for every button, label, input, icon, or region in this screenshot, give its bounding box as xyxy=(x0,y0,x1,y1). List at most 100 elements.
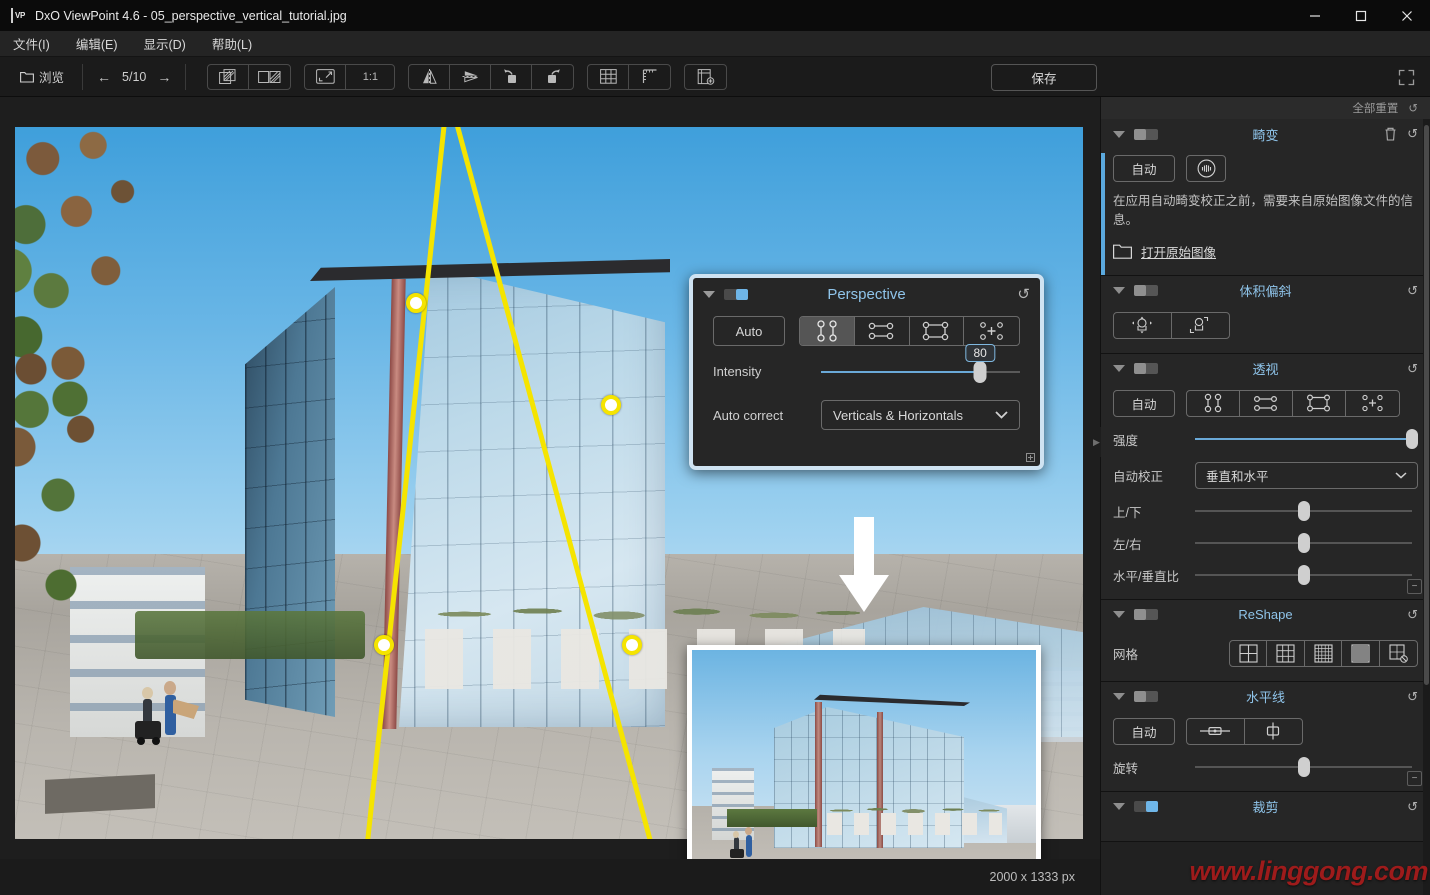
export-preset-icon[interactable] xyxy=(685,65,726,89)
chevron-down-icon[interactable] xyxy=(703,290,715,298)
chevron-down-icon xyxy=(995,411,1008,419)
panel-reshape-toggle[interactable] xyxy=(1134,609,1158,621)
chevron-down-icon[interactable] xyxy=(1113,365,1125,373)
reset-all-icon[interactable]: ↺ xyxy=(1408,101,1418,115)
rotate-left-icon[interactable] xyxy=(491,64,533,89)
callout-intensity-slider[interactable]: 80 xyxy=(821,343,1020,383)
reset-all-label[interactable]: 全部重置 xyxy=(1352,100,1398,116)
zoom-100-button[interactable]: 1:1 xyxy=(346,65,394,89)
save-button[interactable]: 保存 xyxy=(991,64,1097,91)
compare-overlay-icon[interactable] xyxy=(208,64,250,89)
parallel-horizontal-icon[interactable] xyxy=(855,317,910,345)
close-button[interactable] xyxy=(1384,0,1430,31)
eight-point-icon[interactable] xyxy=(964,317,1019,345)
perspective-intensity-slider[interactable] xyxy=(1195,429,1418,450)
chevron-down-icon[interactable] xyxy=(1113,803,1125,811)
panel-distortion-reset-icon[interactable]: ↺ xyxy=(1407,126,1418,142)
menu-edit[interactable]: 编辑(E) xyxy=(76,34,118,53)
panel-volume-header: 体积偏斜 ↺ xyxy=(1101,276,1430,306)
distortion-auto-button[interactable]: 自动 xyxy=(1113,155,1175,182)
grid-3x3-icon[interactable] xyxy=(1267,640,1305,666)
minimize-button[interactable] xyxy=(1292,0,1338,31)
perspective-auto-button[interactable]: 自动 xyxy=(1113,389,1175,417)
panel-perspective-toggle[interactable] xyxy=(1134,363,1158,375)
window-title: DxO ViewPoint 4.6 - 05_perspective_verti… xyxy=(35,8,347,23)
panel-distortion-trash-icon[interactable] xyxy=(1384,127,1397,141)
panel-perspective-reset-icon[interactable]: ↺ xyxy=(1407,361,1418,377)
open-original-image-link[interactable]: 打开原始图像 xyxy=(1113,242,1418,261)
callout-autocorrect-select[interactable]: Verticals & Horizontals xyxy=(821,400,1020,430)
grid-off-icon[interactable] xyxy=(1380,641,1417,666)
chevron-down-icon[interactable] xyxy=(1113,130,1125,138)
perspective-autocorrect-select[interactable]: 垂直和水平 xyxy=(1195,461,1418,489)
perspective-handle-bottom-right[interactable] xyxy=(622,635,642,655)
panel-crop: 裁剪 ↺ xyxy=(1101,791,1430,842)
sidebar-collapse-handle[interactable]: ▶ xyxy=(1092,427,1101,457)
panel-crop-reset-icon[interactable]: ↺ xyxy=(1407,799,1418,815)
corrected-preview-thumbnail[interactable] xyxy=(687,645,1041,888)
horizon-vertical-icon[interactable] xyxy=(1245,719,1303,744)
ruler-icon[interactable] xyxy=(629,65,670,89)
perspective-ratio-slider[interactable] xyxy=(1195,565,1412,586)
perspective-enable-toggle[interactable] xyxy=(724,288,748,300)
volume-radial-icon[interactable] xyxy=(1114,312,1172,338)
perspective-handle-top-left[interactable] xyxy=(406,293,426,313)
perspective-collapse-button[interactable]: − xyxy=(1407,578,1422,594)
next-image-button[interactable]: → xyxy=(157,69,171,85)
sidebar-scrollbar-thumb[interactable] xyxy=(1424,125,1429,685)
chevron-down-icon[interactable] xyxy=(1113,611,1125,619)
compare-split-icon[interactable] xyxy=(249,65,290,89)
panel-horizon-toggle[interactable] xyxy=(1134,691,1158,703)
volume-corner-icon[interactable] xyxy=(1172,313,1230,338)
panel-volume-toggle[interactable] xyxy=(1134,285,1158,297)
menu-file[interactable]: 文件(I) xyxy=(13,34,50,53)
maximize-button[interactable] xyxy=(1338,0,1384,31)
horizon-collapse-button[interactable]: − xyxy=(1407,770,1422,786)
panel-reshape-reset-icon[interactable]: ↺ xyxy=(1407,607,1418,623)
perspective-handle-bottom-left[interactable] xyxy=(374,635,394,655)
flip-horizontal-icon[interactable] xyxy=(409,64,451,89)
fit-to-screen-icon[interactable] xyxy=(305,64,347,89)
panel-volume-reset-icon[interactable]: ↺ xyxy=(1407,283,1418,299)
grid-5x5-icon[interactable] xyxy=(1305,640,1343,666)
sidebar-scrollbar[interactable] xyxy=(1423,119,1430,895)
rectangle-icon[interactable] xyxy=(910,317,965,345)
perspective-callout-panel[interactable]: Perspective ↺ Auto Intensity 80 Auto cor… xyxy=(689,274,1044,470)
image-canvas[interactable]: Perspective ↺ Auto Intensity 80 Auto cor… xyxy=(0,97,1100,895)
rotate-right-icon[interactable] xyxy=(532,65,573,89)
grid-icon[interactable] xyxy=(588,64,630,89)
parallel-horizontal-icon[interactable] xyxy=(1240,390,1293,416)
panel-horizon: 水平线 ↺ 自动 旋转 − xyxy=(1101,681,1430,792)
menu-help[interactable]: 帮助(L) xyxy=(212,34,252,53)
chevron-down-icon xyxy=(1395,472,1407,479)
eight-point-icon[interactable] xyxy=(1346,391,1399,416)
callout-autocorrect-row: Auto correct Verticals & Horizontals xyxy=(693,400,1040,430)
lens-distortion-icon[interactable] xyxy=(1186,155,1226,182)
prev-image-button[interactable]: ← xyxy=(97,69,111,85)
browse-button[interactable]: 浏览 xyxy=(10,67,74,86)
rectangle-icon[interactable] xyxy=(1293,390,1346,416)
sidebar-header: 全部重置 ↺ xyxy=(1101,97,1430,119)
fullscreen-icon[interactable] xyxy=(1397,68,1416,87)
callout-reset-icon[interactable]: ↺ xyxy=(1017,285,1030,303)
callout-resize-handle[interactable] xyxy=(1026,453,1035,462)
panel-crop-toggle[interactable] xyxy=(1134,801,1158,813)
panel-horizon-reset-icon[interactable]: ↺ xyxy=(1407,689,1418,705)
flip-vertical-icon[interactable] xyxy=(450,64,492,89)
perspective-updown-slider[interactable] xyxy=(1195,501,1412,522)
menu-view[interactable]: 显示(D) xyxy=(143,34,185,53)
horizon-auto-button[interactable]: 自动 xyxy=(1113,717,1175,745)
horizon-line-icon[interactable] xyxy=(1187,718,1245,744)
parallel-vertical-icon[interactable] xyxy=(800,317,855,345)
grid-2x2-icon[interactable] xyxy=(1230,640,1268,666)
parallel-vertical-icon[interactable] xyxy=(1187,390,1240,416)
perspective-handle-top-right[interactable] xyxy=(601,395,621,415)
grid-dense-icon[interactable] xyxy=(1342,640,1380,666)
callout-auto-button[interactable]: Auto xyxy=(713,316,785,346)
transform-group xyxy=(408,63,575,90)
horizon-rotate-slider[interactable] xyxy=(1195,757,1412,778)
perspective-leftright-slider[interactable] xyxy=(1195,533,1412,554)
panel-distortion-toggle[interactable] xyxy=(1134,128,1158,140)
chevron-down-icon[interactable] xyxy=(1113,287,1125,295)
chevron-down-icon[interactable] xyxy=(1113,693,1125,701)
